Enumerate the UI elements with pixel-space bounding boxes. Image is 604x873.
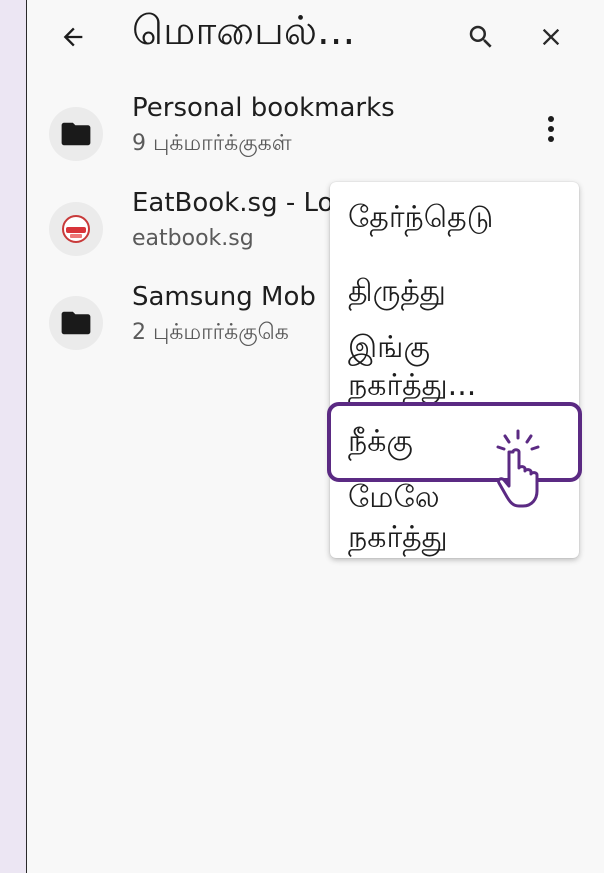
list-item-personal-bookmarks[interactable]: Personal bookmarks 9 புக்மார்க்குகள் [27,93,604,173]
close-icon [542,28,560,46]
top-app-bar: மொபைல்... [27,0,604,80]
page-title: மொபைல்... [132,8,356,54]
folder-icon [61,122,91,146]
folder-avatar [49,296,103,350]
close-button[interactable] [531,17,571,57]
menu-item-move-here-line1[interactable]: இங்கு [348,328,430,368]
item-subtitle: 9 புக்மார்க்குகள் [132,131,292,156]
item-title: Personal bookmarks [132,93,395,123]
item-subtitle: 2 புக்மார்க்குகெ [132,320,289,345]
more-options-button[interactable] [535,109,567,149]
item-title: Samsung Mob [132,282,316,312]
menu-item-select[interactable]: தேர்ந்தெடு [348,198,493,238]
menu-item-remove[interactable]: நீக்கு [348,422,413,462]
item-title: EatBook.sg - Lo [132,188,334,218]
folder-icon [61,311,91,335]
back-button[interactable] [53,17,93,57]
site-avatar [49,202,103,256]
menu-item-move-up-line2[interactable]: நகர்த்து [348,518,448,558]
menu-item-move-up-line1[interactable]: மேலே [348,478,440,518]
menu-item-edit[interactable]: திருத்து [348,272,446,312]
arrow-back-icon [63,27,83,47]
bookmarks-screen: மொபைல்... Personal bookmarks 9 புக்மார்க… [26,0,604,873]
site-favicon [62,215,90,243]
more-vert-icon [548,116,554,142]
folder-avatar [49,107,103,161]
item-subtitle: eatbook.sg [132,226,254,251]
search-icon [469,25,492,48]
tap-hand-icon [496,429,540,508]
search-button[interactable] [461,17,501,57]
menu-item-move-here-line2[interactable]: நகர்த்து... [348,366,476,406]
